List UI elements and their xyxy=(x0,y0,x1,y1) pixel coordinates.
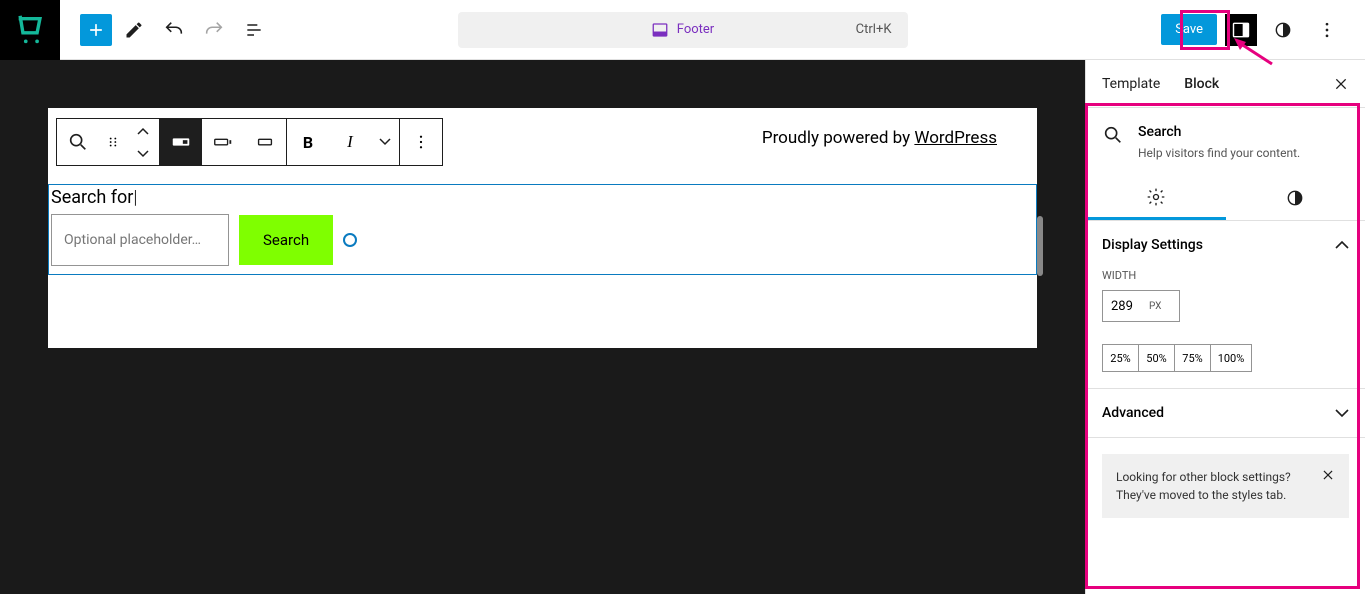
footer-credit: Proudly powered by WordPress xyxy=(762,128,997,148)
search-icon xyxy=(1102,124,1124,146)
sidebar-tabs: Template Block xyxy=(1086,60,1365,108)
move-up-button[interactable] xyxy=(127,119,159,142)
search-placeholder-input[interactable] xyxy=(51,214,229,266)
tab-block[interactable]: Block xyxy=(1184,62,1219,106)
block-description: Help visitors find your content. xyxy=(1138,146,1300,160)
styles-icon xyxy=(1273,20,1293,40)
layout-button-inside-icon xyxy=(170,131,192,153)
drag-handle[interactable] xyxy=(99,119,127,165)
cart-logo-icon xyxy=(13,13,47,47)
search-icon xyxy=(67,131,89,153)
width-input-wrap: PX xyxy=(1102,290,1180,322)
undo-button[interactable] xyxy=(156,12,192,48)
chevron-down-icon xyxy=(1335,408,1349,418)
save-button[interactable]: Save xyxy=(1161,14,1217,45)
dots-vertical-icon xyxy=(412,133,430,151)
add-block-button[interactable] xyxy=(80,14,112,46)
block-more-button[interactable] xyxy=(400,119,442,165)
italic-button[interactable]: I xyxy=(329,119,371,165)
dots-vertical-icon xyxy=(1317,20,1337,40)
toolbar-left xyxy=(60,12,272,48)
width-input[interactable] xyxy=(1103,299,1149,314)
sidebar-icon xyxy=(1231,20,1251,40)
block-toolbar: B I xyxy=(56,118,443,166)
width-50-button[interactable]: 50% xyxy=(1139,345,1175,371)
subtab-styles[interactable] xyxy=(1226,176,1365,220)
width-25-button[interactable]: 25% xyxy=(1103,345,1139,371)
close-icon xyxy=(1321,468,1335,482)
width-percent-buttons: 25% 50% 75% 100% xyxy=(1102,344,1252,372)
settings-panel-toggle[interactable] xyxy=(1225,14,1257,46)
scroll-indicator-right xyxy=(1037,216,1043,276)
layout-button-only-icon xyxy=(254,131,276,153)
chevron-up-icon xyxy=(1335,240,1349,250)
width-unit[interactable]: PX xyxy=(1149,301,1167,312)
canvas[interactable]: B I Proudly powered by WordPress Search … xyxy=(48,108,1037,348)
search-submit-button[interactable]: Search xyxy=(239,215,333,265)
gear-icon xyxy=(1146,187,1166,207)
wordpress-link[interactable]: WordPress xyxy=(914,128,997,148)
block-title: Search xyxy=(1138,124,1300,140)
footer-template-icon xyxy=(651,21,669,39)
site-logo[interactable] xyxy=(0,0,60,60)
block-type-button[interactable] xyxy=(57,119,99,165)
edit-mode-button[interactable] xyxy=(116,12,152,48)
layout-button-only-button[interactable] xyxy=(244,119,286,165)
drag-icon xyxy=(106,135,120,149)
layout-no-button-button[interactable] xyxy=(202,119,244,165)
search-block[interactable]: Search for Search xyxy=(48,184,1037,275)
workspace: B I Proudly powered by WordPress Search … xyxy=(0,60,1365,594)
document-bar[interactable]: Footer Ctrl+K xyxy=(458,12,908,48)
width-100-button[interactable]: 100% xyxy=(1211,345,1251,371)
list-icon xyxy=(244,20,264,40)
move-down-button[interactable] xyxy=(127,142,159,165)
italic-icon: I xyxy=(347,132,353,152)
shortcut-hint: Ctrl+K xyxy=(856,22,892,37)
bold-icon: B xyxy=(303,133,313,152)
panel-toggle-display[interactable]: Display Settings xyxy=(1102,237,1349,253)
more-menu-button[interactable] xyxy=(1309,12,1345,48)
plus-icon xyxy=(86,20,106,40)
panel-toggle-advanced[interactable]: Advanced xyxy=(1102,405,1349,421)
layout-input-only-icon xyxy=(212,131,234,153)
chevron-down-icon xyxy=(137,150,149,158)
resize-handle[interactable] xyxy=(343,233,357,247)
notice-dismiss-button[interactable] xyxy=(1321,468,1335,482)
redo-button[interactable] xyxy=(196,12,232,48)
more-text-button[interactable] xyxy=(371,119,399,165)
top-toolbar: Footer Ctrl+K Save xyxy=(0,0,1365,60)
document-title: Footer xyxy=(677,22,714,37)
notice-text: Looking for other block settings? They'v… xyxy=(1116,468,1309,504)
layout-label-button-button[interactable] xyxy=(160,119,202,165)
search-label-input[interactable]: Search for xyxy=(49,185,137,214)
editor-canvas-area: B I Proudly powered by WordPress Search … xyxy=(0,60,1085,594)
chevron-up-icon xyxy=(137,127,149,135)
tab-template[interactable]: Template xyxy=(1102,62,1160,106)
chevron-down-icon xyxy=(379,138,391,146)
settings-sidebar: Template Block Search Help visitors find… xyxy=(1085,60,1365,594)
subtab-settings[interactable] xyxy=(1086,176,1226,220)
document-overview-button[interactable] xyxy=(236,12,272,48)
toolbar-right: Save xyxy=(1161,12,1365,48)
styles-notice: Looking for other block settings? They'v… xyxy=(1102,454,1349,518)
bold-button[interactable]: B xyxy=(287,119,329,165)
panel-advanced: Advanced xyxy=(1086,389,1365,438)
width-75-button[interactable]: 75% xyxy=(1175,345,1211,371)
close-sidebar-button[interactable] xyxy=(1333,76,1349,92)
close-icon xyxy=(1333,76,1349,92)
panel-display-settings: Display Settings Width PX 25% 50% 75% 10… xyxy=(1086,221,1365,389)
sidebar-subtabs xyxy=(1086,176,1365,221)
pencil-icon xyxy=(124,20,144,40)
undo-icon xyxy=(163,19,185,41)
styles-icon xyxy=(1285,188,1305,208)
redo-icon xyxy=(203,19,225,41)
styles-button[interactable] xyxy=(1265,12,1301,48)
width-label: Width xyxy=(1102,269,1349,282)
block-header: Search Help visitors find your content. xyxy=(1086,108,1365,176)
